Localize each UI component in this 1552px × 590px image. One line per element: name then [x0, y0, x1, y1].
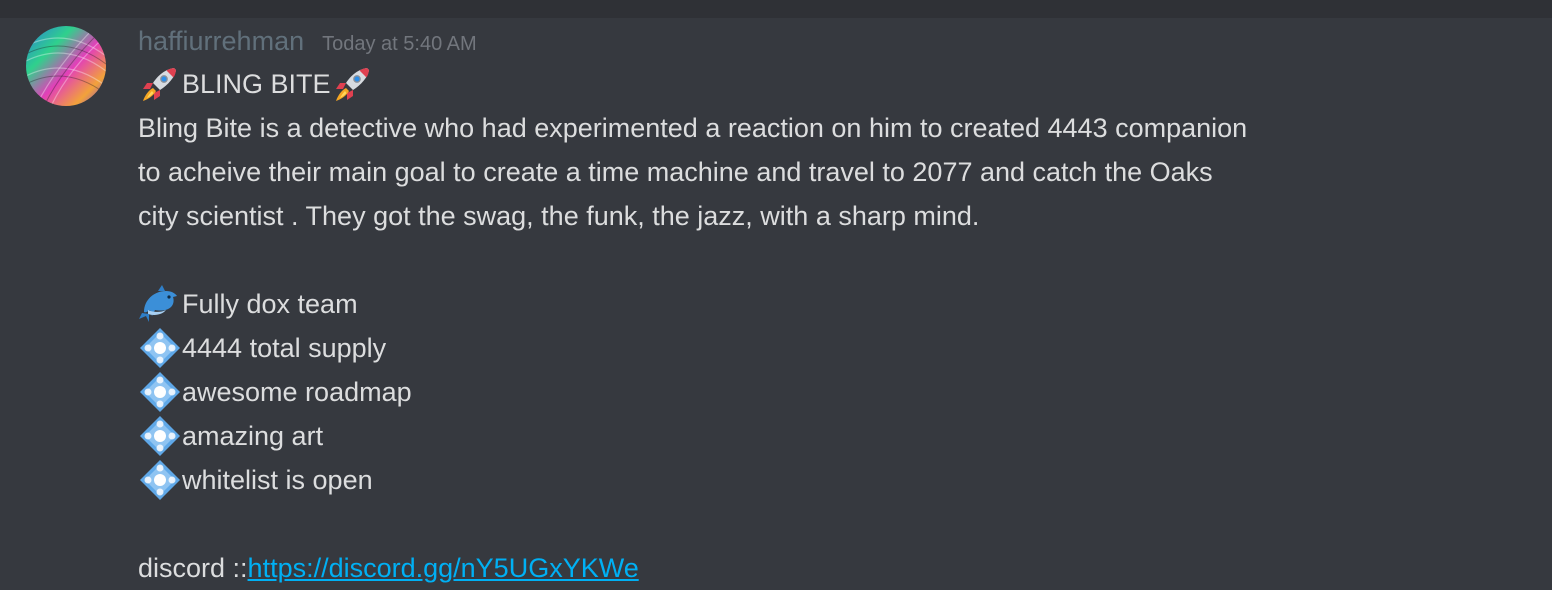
rocket-icon — [331, 62, 375, 106]
dolphin-icon — [138, 282, 182, 326]
title-line: BLING BITE — [138, 62, 1428, 106]
feature-item: awesome roadmap — [138, 370, 1428, 414]
diamond-icon — [138, 414, 182, 458]
feature-text: 4444 total supply — [182, 333, 387, 363]
feature-item: whitelist is open — [138, 458, 1428, 502]
feature-item: Fully dox team — [138, 282, 1428, 326]
description-line: Bling Bite is a detective who had experi… — [138, 113, 1248, 143]
diamond-icon — [138, 458, 182, 502]
feature-item: amazing art — [138, 414, 1428, 458]
timestamp: Today at 5:40 AM — [322, 33, 477, 55]
chat-message: haffiurrehman Today at 5:40 AM BLING BIT… — [0, 18, 1552, 583]
feature-text: whitelist is open — [182, 465, 373, 495]
description-line: city scientist . They got the swag, the … — [138, 201, 980, 231]
title-text: BLING BITE — [182, 69, 331, 99]
diamond-icon — [138, 326, 182, 370]
feature-text: Fully dox team — [182, 289, 358, 319]
discord-line: discord :: https://discord.gg/nY5UGxYKWe — [138, 546, 1428, 590]
feature-text: awesome roadmap — [182, 377, 412, 407]
feature-text: amazing art — [182, 421, 324, 451]
feature-item: 4444 total supply — [138, 326, 1428, 370]
discord-label: discord :: — [138, 553, 248, 583]
diamond-icon — [138, 370, 182, 414]
user-avatar[interactable] — [26, 26, 106, 106]
discord-invite-link[interactable]: https://discord.gg/nY5UGxYKWe — [248, 546, 639, 590]
message-content: BLING BITE Bling Bite is a detective who… — [138, 62, 1428, 590]
top-bar — [0, 0, 1552, 18]
description-line: to acheive their main goal to create a t… — [138, 157, 1213, 187]
avatar-image — [26, 26, 106, 106]
username[interactable]: haffiurrehman — [138, 26, 304, 57]
message-header: haffiurrehman Today at 5:40 AM — [138, 26, 477, 62]
rocket-icon — [138, 62, 182, 106]
